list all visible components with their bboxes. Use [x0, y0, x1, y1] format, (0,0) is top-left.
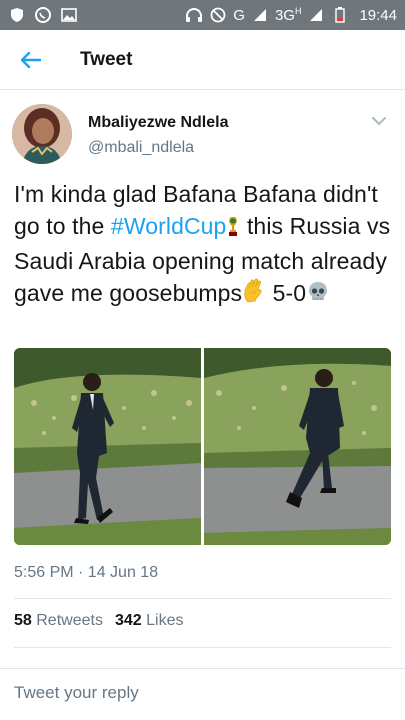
app-bar: Tweet: [0, 30, 405, 90]
battery-icon: [331, 6, 349, 24]
tweet-author: Mbaliyezwe Ndlela @mbali_ndlela: [12, 104, 393, 166]
gallery-icon: [60, 6, 78, 24]
signal-icon: [251, 6, 269, 24]
reply-input[interactable]: Tweet your reply: [14, 683, 384, 703]
page-title: Tweet: [80, 48, 133, 70]
likes-label: Likes: [146, 612, 184, 629]
divider-2: [14, 647, 391, 648]
retweets-stat[interactable]: 58 Retweets: [14, 612, 103, 630]
back-arrow-icon: [20, 51, 41, 68]
clock: 19:44: [359, 6, 397, 24]
headphones-icon: [185, 6, 203, 24]
display-name[interactable]: Mbaliyezwe Ndlela: [88, 114, 229, 132]
avatar[interactable]: [12, 104, 72, 164]
raised-hand-emoji-icon: [242, 278, 266, 312]
retweets-count: 58: [14, 612, 32, 629]
shield-icon: [8, 6, 26, 24]
reply-bar: Tweet your reply: [0, 668, 405, 720]
back-button[interactable]: [0, 30, 60, 90]
likes-count: 342: [114, 612, 142, 629]
tweet-text: I'm kinda glad Bafana Bafana didn't go t…: [14, 178, 394, 312]
user-handle[interactable]: @mbali_ndlela: [88, 139, 229, 157]
photo-right[interactable]: [203, 348, 391, 545]
tweet-score: 5-0: [266, 280, 307, 306]
whatsapp-icon: [34, 6, 52, 24]
chevron-down-icon[interactable]: [371, 114, 387, 126]
world-cup-trophy-icon: [226, 213, 240, 245]
hashtag-link[interactable]: #WorldCup: [111, 213, 227, 239]
skull-emoji-icon: [306, 280, 330, 312]
network-type-label-2: 3GH: [274, 6, 302, 24]
tweet-timestamp[interactable]: 5:56 PM · 14 Jun 18: [14, 564, 158, 582]
likes-stat[interactable]: 342 Likes: [115, 612, 184, 630]
network-type-label: G: [233, 6, 245, 24]
signal-icon-2: [307, 6, 325, 24]
tweet-media[interactable]: [14, 348, 391, 545]
tweet-stats: 58 Retweets 342 Likes: [14, 612, 183, 630]
photo-left[interactable]: [14, 348, 202, 545]
retweets-label: Retweets: [36, 612, 103, 629]
status-bar: G 3GH 19:44: [0, 0, 405, 30]
divider: [14, 598, 391, 599]
do-not-disturb-icon: [209, 6, 227, 24]
